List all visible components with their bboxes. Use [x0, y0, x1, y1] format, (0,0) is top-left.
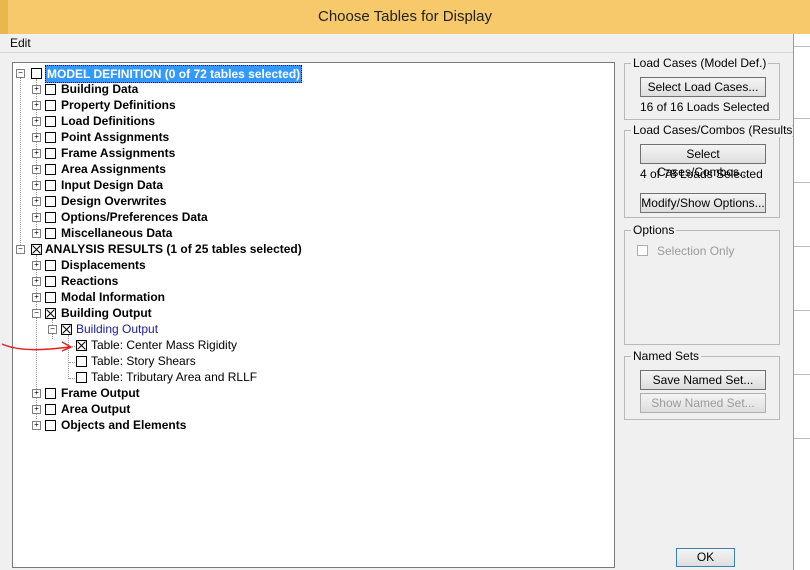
select-cases-combos-button[interactable]: Select Cases/Combos... — [640, 144, 766, 179]
tree-label: Modal Information — [61, 290, 165, 304]
load-cases-status: 16 of 16 Loads Selected — [640, 100, 770, 114]
expand-icon[interactable]: + — [32, 133, 41, 142]
load-combos-status: 4 of 78 Loads Selected — [640, 167, 763, 181]
checkbox[interactable] — [45, 180, 56, 191]
expand-icon[interactable]: + — [32, 197, 41, 206]
expand-icon[interactable]: + — [32, 229, 41, 238]
dialog-window: Choose Tables for Display Edit − MODEL D… — [0, 0, 810, 570]
tree-label: Building Output — [61, 306, 152, 320]
save-named-set-button[interactable]: Save Named Set... — [640, 370, 766, 390]
ok-button[interactable]: OK — [676, 548, 735, 567]
tree-label: Frame Output — [61, 386, 140, 400]
expand-icon[interactable]: + — [32, 261, 41, 270]
group-legend: Options — [631, 223, 677, 237]
tables-tree[interactable]: − MODEL DEFINITION (0 of 72 tables selec… — [12, 62, 615, 568]
checkbox[interactable] — [45, 116, 56, 127]
checkbox[interactable] — [76, 372, 87, 383]
checkbox[interactable] — [45, 292, 56, 303]
tree-connector — [20, 75, 21, 251]
tree-label: Miscellaneous Data — [61, 226, 173, 240]
tree-label: Building Output — [76, 322, 159, 336]
group-legend: Load Cases/Combos (Results) — [631, 123, 799, 137]
tree-label: Table: Tributary Area and RLLF — [91, 370, 258, 384]
expand-icon[interactable]: + — [32, 421, 41, 430]
tree-label: Objects and Elements — [61, 418, 187, 432]
checkbox[interactable] — [45, 260, 56, 271]
checkbox[interactable] — [45, 404, 56, 415]
checkbox[interactable] — [45, 276, 56, 287]
expand-icon[interactable]: + — [32, 405, 41, 414]
arrow-annotation-icon — [1, 341, 73, 352]
tree-label: Design Overwrites — [61, 194, 167, 208]
tree-label: Table: Story Shears — [91, 354, 196, 368]
expand-icon[interactable]: + — [32, 293, 41, 302]
title-bar[interactable]: Choose Tables for Display — [0, 0, 810, 35]
collapse-icon[interactable]: − — [16, 245, 25, 254]
expand-icon[interactable]: + — [32, 149, 41, 158]
tree-label: Area Output — [61, 402, 131, 416]
tree-label: Area Assignments — [61, 162, 166, 176]
checkbox[interactable] — [45, 212, 56, 223]
menu-edit[interactable]: Edit — [10, 36, 31, 50]
tree-label: Reactions — [61, 274, 119, 288]
named-sets-group: Named Sets Save Named Set... Show Named … — [624, 349, 780, 420]
checkbox[interactable] — [45, 420, 56, 431]
tree-label: Input Design Data — [61, 178, 164, 192]
load-combos-group: Load Cases/Combos (Results) Select Cases… — [624, 123, 799, 218]
tree-label: Table: Center Mass Rigidity — [91, 338, 238, 352]
tree-label: Displacements — [61, 258, 146, 272]
load-cases-group: Load Cases (Model Def.) Select Load Case… — [624, 56, 780, 120]
checkbox-checked[interactable] — [45, 308, 56, 319]
background-window-edge — [793, 34, 810, 570]
window-title: Choose Tables for Display — [318, 8, 492, 25]
checkbox[interactable] — [31, 68, 42, 79]
expand-icon[interactable]: + — [32, 165, 41, 174]
modify-show-options-button[interactable]: Modify/Show Options... — [640, 193, 766, 213]
checkbox[interactable] — [45, 100, 56, 111]
menu-bar: Edit — [0, 34, 810, 53]
tree-label: Building Data — [61, 82, 139, 96]
selection-only-label: Selection Only — [657, 244, 735, 258]
expand-icon[interactable]: + — [32, 101, 41, 110]
checkbox[interactable] — [45, 132, 56, 143]
checkbox[interactable] — [45, 84, 56, 95]
checkbox-checked[interactable] — [31, 244, 42, 255]
collapse-icon[interactable]: − — [48, 325, 57, 334]
collapse-icon[interactable]: − — [16, 69, 25, 78]
checkbox[interactable] — [45, 228, 56, 239]
expand-icon[interactable]: + — [32, 277, 41, 286]
expand-icon[interactable]: + — [32, 389, 41, 398]
options-group: Options Selection Only — [624, 223, 780, 345]
expand-icon[interactable]: + — [32, 85, 41, 94]
group-legend: Load Cases (Model Def.) — [631, 56, 769, 70]
collapse-icon[interactable]: − — [32, 309, 41, 318]
tree-label: Options/Preferences Data — [61, 210, 208, 224]
checkbox[interactable] — [45, 388, 56, 399]
checkbox[interactable] — [45, 196, 56, 207]
selection-only-checkbox[interactable] — [637, 245, 648, 256]
select-load-cases-button[interactable]: Select Load Cases... — [640, 77, 766, 97]
expand-icon[interactable]: + — [32, 117, 41, 126]
checkbox-checked[interactable] — [61, 324, 72, 335]
checkbox[interactable] — [45, 164, 56, 175]
checkbox[interactable] — [45, 148, 56, 159]
tree-label: Load Definitions — [61, 114, 155, 128]
tree-label: Property Definitions — [61, 98, 176, 112]
tree-label: ANALYSIS RESULTS (1 of 25 tables selecte… — [45, 242, 302, 256]
expand-icon[interactable]: + — [32, 181, 41, 190]
expand-icon[interactable]: + — [32, 213, 41, 222]
group-legend: Named Sets — [631, 349, 702, 363]
tree-label: Frame Assignments — [61, 146, 176, 160]
show-named-set-button: Show Named Set... — [640, 393, 766, 413]
tree-node-model-definition[interactable]: − MODEL DEFINITION (0 of 72 tables selec… — [13, 65, 613, 83]
tree-label: Point Assignments — [61, 130, 170, 144]
